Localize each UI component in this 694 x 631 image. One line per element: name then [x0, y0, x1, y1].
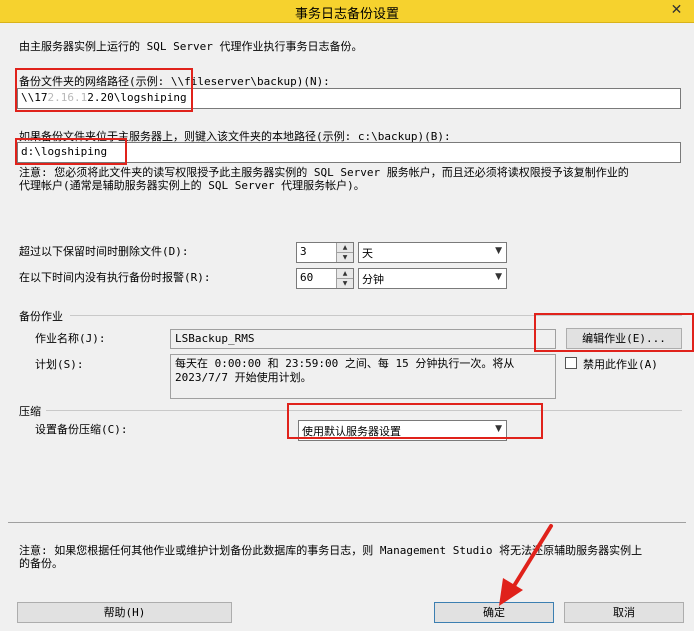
chevron-down-icon: ▼ [495, 272, 502, 282]
help-button[interactable]: 帮助(H) [17, 602, 232, 623]
chevron-down-icon: ▼ [495, 246, 502, 256]
disable-job-checkbox[interactable] [565, 357, 577, 369]
alert-spinner[interactable]: 60 ▲ ▼ [296, 268, 354, 289]
intro-text: 由主服务器实例上运行的 SQL Server 代理作业执行事务日志备份。 [19, 40, 363, 53]
schedule-field: 每天在 0:00:00 和 23:59:00 之间、每 15 分钟执行一次。将从… [170, 354, 556, 399]
highlight-box-compression [287, 403, 543, 439]
highlight-box-edit-job [534, 313, 694, 352]
section-divider [8, 522, 686, 523]
close-icon: ✕ [670, 2, 683, 18]
note-bottom-line2: 的备份。 [19, 557, 63, 570]
note-top-line2: 代理帐户(通常是辅助服务器实例上的 SQL Server 代理服务帐户)。 [19, 179, 365, 192]
alert-value: 60 [300, 271, 314, 284]
compression-label: 设置备份压缩(C): [35, 423, 128, 436]
schedule-line1: 每天在 0:00:00 和 23:59:00 之间、每 15 分钟执行一次。将从 [175, 357, 515, 370]
backup-job-section-title: 备份作业 [19, 310, 63, 323]
spin-up-icon[interactable]: ▲ [336, 243, 353, 253]
annotation-arrow-icon [499, 524, 553, 606]
spin-down-icon[interactable]: ▼ [336, 279, 353, 288]
window-title: 事务日志备份设置 [294, 7, 399, 22]
delete-files-label: 超过以下保留时间时删除文件(D): [19, 245, 189, 258]
cancel-button[interactable]: 取消 [564, 602, 684, 623]
delete-files-unit-select[interactable]: 天 ▼ [358, 242, 507, 263]
schedule-line2: 2023/7/7 开始使用计划。 [175, 371, 312, 384]
highlight-box-local-path [15, 138, 127, 165]
alert-label: 在以下时间内没有执行备份时报警(R): [19, 271, 211, 284]
spin-up-icon[interactable]: ▲ [336, 269, 353, 279]
schedule-label: 计划(S): [35, 358, 84, 371]
alert-unit-value: 分钟 [362, 273, 384, 286]
delete-files-value: 3 [300, 245, 307, 258]
job-name-field: LSBackup_RMS [170, 329, 556, 349]
compression-section-title: 压缩 [19, 405, 41, 418]
spin-down-icon[interactable]: ▼ [336, 253, 353, 262]
alert-unit-select[interactable]: 分钟 ▼ [358, 268, 507, 289]
job-name-label: 作业名称(J): [35, 332, 106, 345]
close-button[interactable]: ✕ [659, 0, 694, 22]
highlight-box-network-path [15, 68, 193, 112]
delete-files-unit-value: 天 [362, 247, 373, 260]
delete-files-spinner[interactable]: 3 ▲ ▼ [296, 242, 354, 263]
disable-job-label: 禁用此作业(A) [583, 358, 658, 371]
